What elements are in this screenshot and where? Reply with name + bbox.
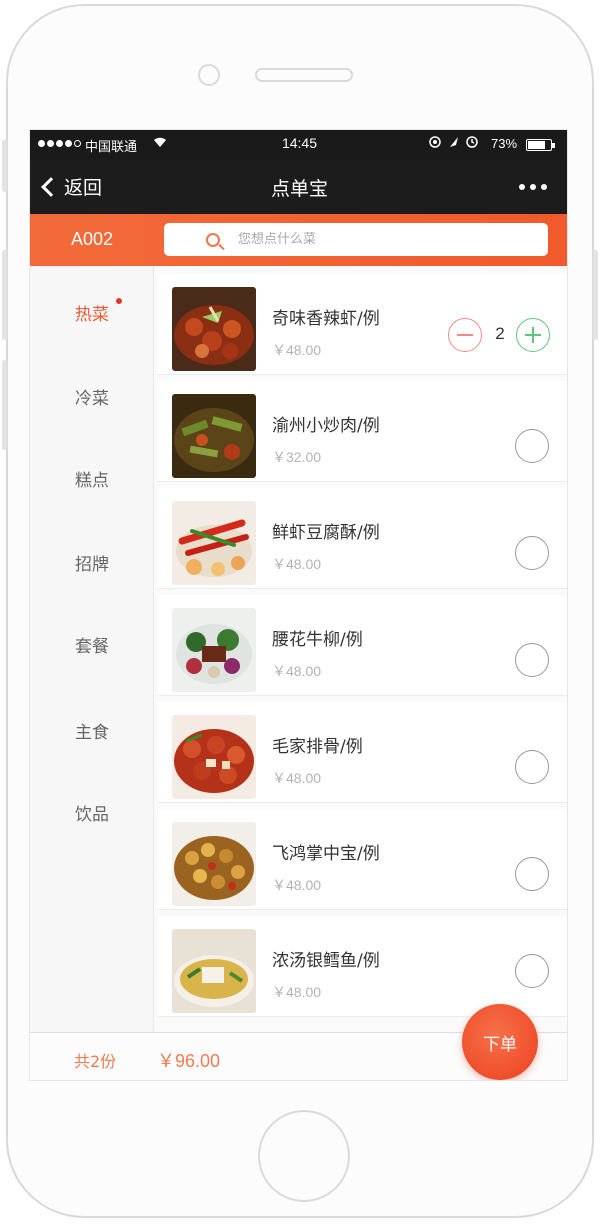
more-dots-icon[interactable] [519,184,547,190]
category-item-set-meals[interactable]: 套餐 [30,632,154,657]
category-item-hot-dishes[interactable]: 热菜 [30,298,154,325]
increase-quantity-button[interactable] [516,318,550,352]
category-item-staples[interactable]: 主食 [30,718,154,743]
dish-item[interactable]: 浓汤银鳕鱼/例 ￥48.00 [158,916,567,1017]
battery-percentage: 73% [491,136,518,151]
mute-switch [2,140,7,192]
status-bar: 中国联通 14:45 73% [30,130,567,160]
power-button [593,250,598,340]
category-item-pastries[interactable]: 糕点 [30,466,154,491]
total-item-count: 共2份 [74,1052,117,1071]
select-dish-button[interactable] [515,750,549,784]
total-price: ￥96.00 [157,1051,221,1071]
app-screen: 中国联通 14:45 73% 返回 点单宝 A002 您想点什么菜 热菜 冷菜 … [29,129,568,1081]
dish-photo [172,501,256,585]
status-time: 14:45 [281,135,318,151]
category-label: 主食 [75,723,109,743]
category-item-signature[interactable]: 招牌 [30,550,154,575]
page-title: 点单宝 [270,178,328,200]
select-dish-button[interactable] [515,954,549,988]
earpiece-speaker [255,68,353,82]
dish-name: 浓汤银鳕鱼/例 [272,951,380,971]
status-icons [428,135,486,152]
dish-price: ￥32.00 [272,449,322,465]
dish-photo [172,715,256,799]
category-label: 冷菜 [75,389,109,409]
dish-item[interactable]: 毛家排骨/例 ￥48.00 [158,702,567,803]
dish-price: ￥48.00 [272,984,322,1000]
place-order-button[interactable]: 下单 [462,1004,538,1080]
dish-price: ￥48.00 [272,770,322,786]
category-label: 招牌 [75,555,109,575]
nav-bar: 返回 点单宝 [30,160,567,214]
dish-price: ￥48.00 [272,663,322,679]
table-number: A002 [71,229,114,249]
dish-name: 奇味香辣虾/例 [272,309,380,329]
dish-name: 鲜虾豆腐酥/例 [272,523,380,543]
select-dish-button[interactable] [515,429,549,463]
volume-up-button [2,250,7,340]
quantity-value: 2 [495,324,505,343]
home-button[interactable] [258,1110,350,1202]
search-box[interactable] [164,223,548,256]
category-label: 热菜 [75,305,109,325]
decrease-quantity-button[interactable] [448,318,482,352]
dish-item[interactable]: 渝州小炒肉/例 ￥32.00 [158,381,567,482]
dish-photo [172,929,256,1013]
volume-down-button [2,360,7,450]
dish-photo [172,822,256,906]
dish-name: 飞鸿掌中宝/例 [272,844,380,864]
dish-list: 奇味香辣虾/例 ￥48.00 2 渝州小炒肉/例 ￥32.00 鲜虾豆腐酥/例 … [158,266,567,1032]
dish-item[interactable]: 腰花牛柳/例 ￥48.00 [158,595,567,696]
dish-name: 渝州小炒肉/例 [272,416,380,436]
location-arrow-icon [450,137,458,147]
dish-name: 腰花牛柳/例 [272,630,363,650]
category-label: 糕点 [75,471,109,491]
dish-name: 毛家排骨/例 [272,737,363,757]
select-dish-button[interactable] [515,643,549,677]
dish-photo [172,287,256,371]
select-dish-button[interactable] [515,536,549,570]
dish-photo [172,608,256,692]
category-sidebar: 热菜 冷菜 糕点 招牌 套餐 主食 饮品 [30,266,154,1032]
dish-item[interactable]: 奇味香辣虾/例 ￥48.00 2 [158,274,567,375]
category-label: 饮品 [75,805,109,825]
category-label: 套餐 [75,637,109,657]
category-item-drinks[interactable]: 饮品 [30,800,154,825]
dish-price: ￥48.00 [272,556,322,572]
front-camera [198,64,220,86]
new-item-dot-icon [116,298,122,304]
dish-photo [172,394,256,478]
dish-price: ￥48.00 [272,342,322,358]
category-item-cold-dishes[interactable]: 冷菜 [30,384,154,409]
dish-item[interactable]: 飞鸿掌中宝/例 ￥48.00 [158,809,567,910]
search-input[interactable] [238,232,498,247]
dish-item[interactable]: 鲜虾豆腐酥/例 ￥48.00 [158,488,567,589]
search-icon [206,232,220,247]
select-dish-button[interactable] [515,857,549,891]
battery-icon [526,139,555,151]
table-header-bar: A002 [30,214,567,266]
dish-price: ￥48.00 [272,877,322,893]
